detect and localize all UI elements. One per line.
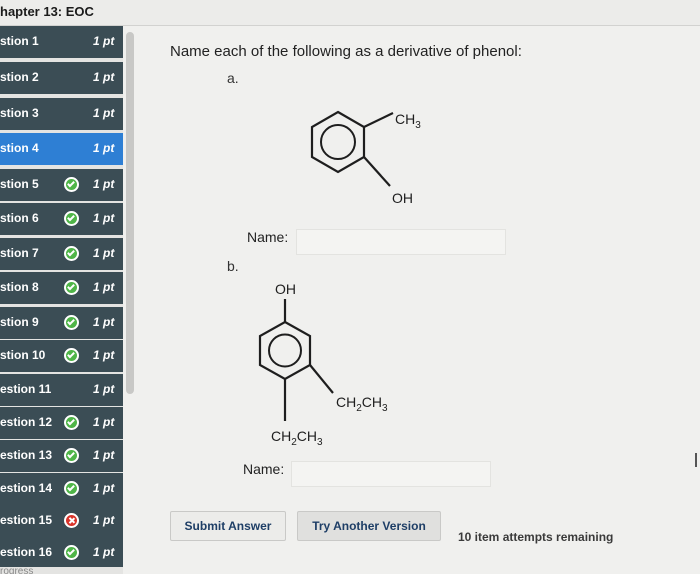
sidebar-item-points: 1 pt — [93, 70, 115, 84]
sidebar-item-question-12[interactable]: estion 12 1 pt — [0, 407, 123, 439]
sidebar-item-label: estion 14 — [0, 481, 53, 495]
bond-hydroxyl-a — [363, 156, 391, 187]
part-b-label: b. — [227, 258, 239, 274]
sidebar-item-points: 1 pt — [93, 211, 115, 225]
question-sidebar: stion 11 pt stion 21 pt stion 31 pt stion 4… — [0, 26, 123, 574]
sidebar-item-points: 1 pt — [93, 106, 115, 120]
sidebar-item-label: stion 6 — [0, 211, 39, 225]
check-icon — [64, 177, 79, 192]
sidebar-item-question-14[interactable]: estion 14 1 pt — [0, 473, 123, 505]
sidebar-item-label: stion 9 — [0, 315, 39, 329]
sidebar-item-points: 1 pt — [93, 246, 115, 260]
sidebar-item-question-7[interactable]: stion 7 1 pt — [0, 238, 123, 270]
bond-ethyl-right — [309, 364, 334, 394]
sidebar-item-question-6[interactable]: stion 6 1 pt — [0, 203, 123, 235]
check-icon — [64, 246, 79, 261]
chapter-title: hapter 13: EOC — [0, 4, 94, 19]
benzene-ring-a — [310, 110, 366, 174]
name-a-label: Name: — [247, 229, 289, 245]
sidebar-item-label: stion 3 — [0, 106, 39, 120]
label-ethyl-bottom: CH2CH3 — [271, 428, 323, 448]
question-prompt: Name each of the following as a derivati… — [170, 43, 522, 60]
check-icon — [64, 448, 79, 463]
bond-methyl — [363, 112, 394, 128]
sidebar-item-label: stion 8 — [0, 280, 39, 294]
sidebar-item-points: 1 pt — [93, 34, 115, 48]
sidebar-item-question-10[interactable]: stion 10 1 pt — [0, 340, 123, 372]
aromatic-circle-b — [268, 333, 302, 368]
check-icon — [64, 348, 79, 363]
sidebar-item-question-16[interactable]: estion 16 1 pt — [0, 537, 123, 567]
edge-cursor-mark — [695, 453, 697, 467]
part-a-label: a. — [227, 70, 239, 86]
sidebar-item-points: 1 pt — [93, 280, 115, 294]
sidebar-item-points: 1 pt — [93, 141, 115, 155]
check-icon — [64, 481, 79, 496]
sidebar-item-label: stion 5 — [0, 177, 39, 191]
name-b-label: Name: — [243, 461, 285, 477]
sidebar-item-question-11[interactable]: estion 11 1 pt — [0, 374, 123, 406]
name-a-input[interactable] — [296, 229, 506, 255]
check-icon — [64, 280, 79, 295]
check-icon — [64, 415, 79, 430]
sidebar-item-points: 1 pt — [93, 315, 115, 329]
sidebar-item-label: estion 13 — [0, 448, 53, 462]
sidebar-item-label: stion 1 — [0, 34, 39, 48]
name-b-input[interactable] — [291, 461, 491, 487]
sidebar-item-points: 1 pt — [93, 348, 115, 362]
sidebar-item-question-4[interactable]: stion 4 1 pt — [0, 133, 123, 165]
check-icon — [64, 545, 79, 560]
label-ch3-a: CH3 — [395, 111, 421, 131]
benzene-ring-b — [258, 320, 312, 381]
label-ethyl-right: CH2CH3 — [336, 394, 388, 414]
label-oh-a: OH — [392, 190, 413, 206]
check-icon — [64, 315, 79, 330]
x-icon — [64, 513, 79, 528]
sidebar-item-label: stion 10 — [0, 348, 46, 362]
sidebar-item-label: estion 16 — [0, 545, 53, 559]
sidebar-item-label: estion 12 — [0, 415, 53, 429]
structure-a: CH3 OH — [310, 110, 421, 206]
submit-answer-button[interactable]: Submit Answer — [170, 511, 286, 541]
label-oh-b: OH — [275, 281, 296, 297]
sidebar-item-label: stion 7 — [0, 246, 39, 260]
attempts-remaining: 10 item attempts remaining — [458, 530, 614, 544]
sidebar-item-question-13[interactable]: estion 13 1 pt — [0, 440, 123, 472]
sidebar-item-label: stion 4 — [0, 141, 39, 155]
sidebar-item-points: 1 pt — [93, 448, 115, 462]
sidebar-item-label: stion 2 — [0, 70, 39, 84]
sidebar-item-question-5[interactable]: stion 5 1 pt — [0, 169, 123, 201]
aromatic-circle-a — [320, 124, 356, 160]
sidebar-item-question-1[interactable]: stion 1 1 pt — [0, 26, 123, 58]
structure-b: OH CH2CH3 CH2CH3 — [258, 281, 388, 448]
sidebar-item-question-15[interactable]: estion 15 1 pt — [0, 505, 123, 537]
sidebar-footer-partial: rogress — [0, 566, 34, 574]
sidebar-item-points: 1 pt — [93, 177, 115, 191]
try-another-version-button[interactable]: Try Another Version — [297, 511, 441, 541]
top-bar: hapter 13: EOC — [0, 0, 700, 26]
sidebar-item-label: estion 15 — [0, 513, 53, 527]
sidebar-item-points: 1 pt — [93, 382, 115, 396]
check-icon — [64, 211, 79, 226]
sidebar-item-points: 1 pt — [93, 415, 115, 429]
sidebar-item-label: estion 11 — [0, 382, 52, 396]
sidebar-item-points: 1 pt — [93, 513, 115, 527]
sidebar-scrollbar[interactable] — [126, 32, 134, 394]
sidebar-item-question-2[interactable]: stion 2 1 pt — [0, 62, 123, 94]
sidebar-item-question-3[interactable]: stion 3 1 pt — [0, 98, 123, 130]
sidebar-item-question-9[interactable]: stion 9 1 pt — [0, 307, 123, 339]
sidebar-item-points: 1 pt — [93, 545, 115, 559]
sidebar-item-points: 1 pt — [93, 481, 115, 495]
sidebar-item-question-8[interactable]: stion 8 1 pt — [0, 272, 123, 304]
